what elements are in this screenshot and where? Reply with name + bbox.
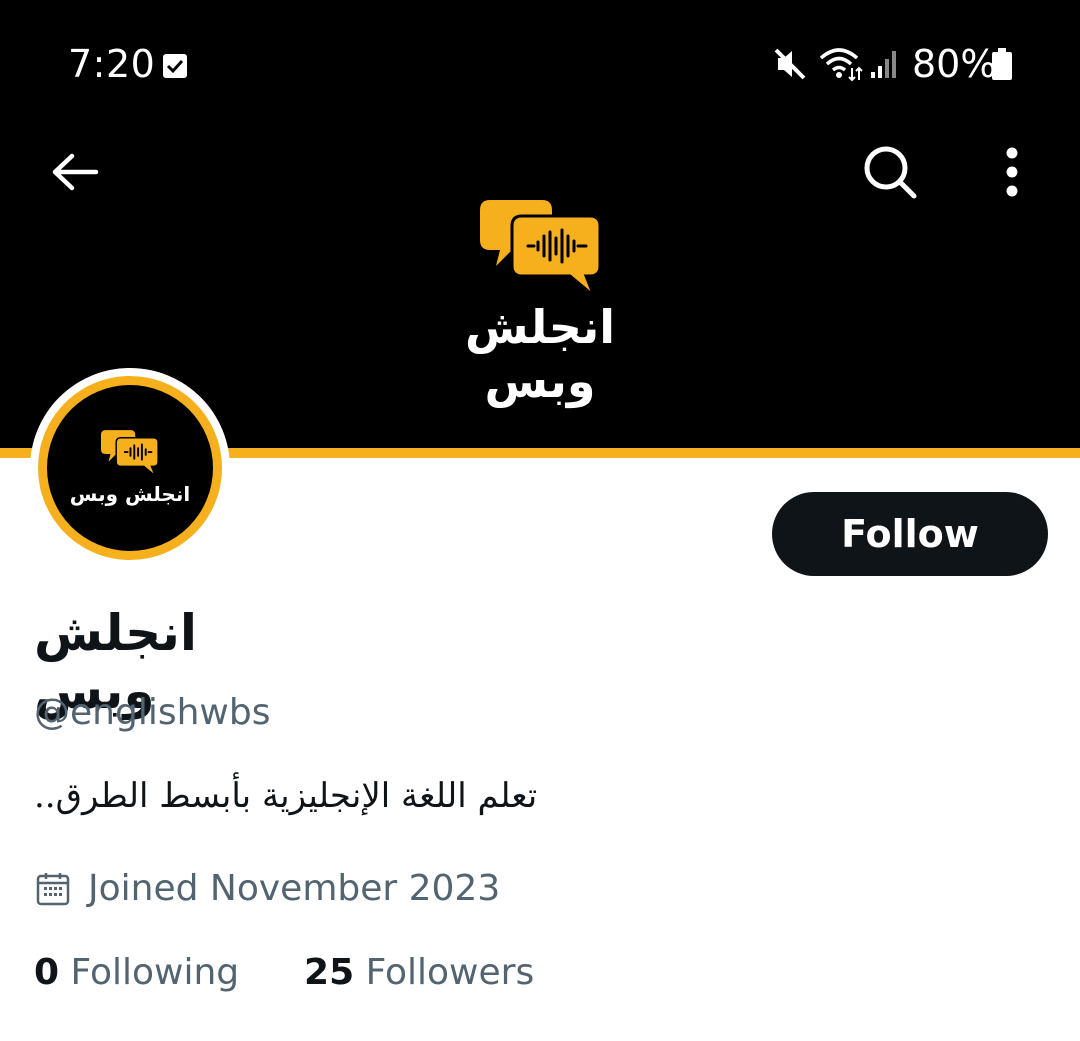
- following-label: Following: [70, 952, 240, 993]
- followers-count: 25: [304, 952, 355, 993]
- calendar-icon: [36, 873, 70, 906]
- following-count: 0: [34, 952, 60, 993]
- joined-date: Joined November 2023: [88, 868, 501, 909]
- bio: تعلم اللغة الإنجليزية بأبسط الطرق..: [34, 776, 538, 816]
- following-link[interactable]: 0 Following: [34, 952, 251, 993]
- status-time: 7:20: [68, 42, 156, 86]
- battery-icon: [992, 48, 1012, 80]
- signal-icon: [871, 51, 896, 78]
- battery-percent: 80%: [912, 42, 997, 86]
- avatar-chat-bubble-icon: [100, 430, 159, 477]
- follow-button[interactable]: Follow: [772, 492, 1048, 576]
- followers-link[interactable]: 25 Followers: [304, 952, 534, 993]
- banner-title: انجلش وبس: [465, 300, 615, 408]
- follow-stats: 0 Following 25 Followers: [34, 952, 534, 993]
- search-icon[interactable]: [860, 144, 920, 200]
- followers-label: Followers: [365, 952, 535, 993]
- more-vertical-icon[interactable]: [1000, 146, 1024, 198]
- checkbox-notification-icon: [163, 54, 187, 78]
- handle: @englishwbs: [34, 692, 271, 733]
- back-arrow-icon[interactable]: [50, 150, 100, 194]
- mute-icon: [774, 48, 806, 80]
- wifi-icon: [819, 48, 863, 82]
- avatar-title: انجلش وبس: [69, 482, 191, 506]
- chat-bubble-logo-icon: [480, 200, 602, 298]
